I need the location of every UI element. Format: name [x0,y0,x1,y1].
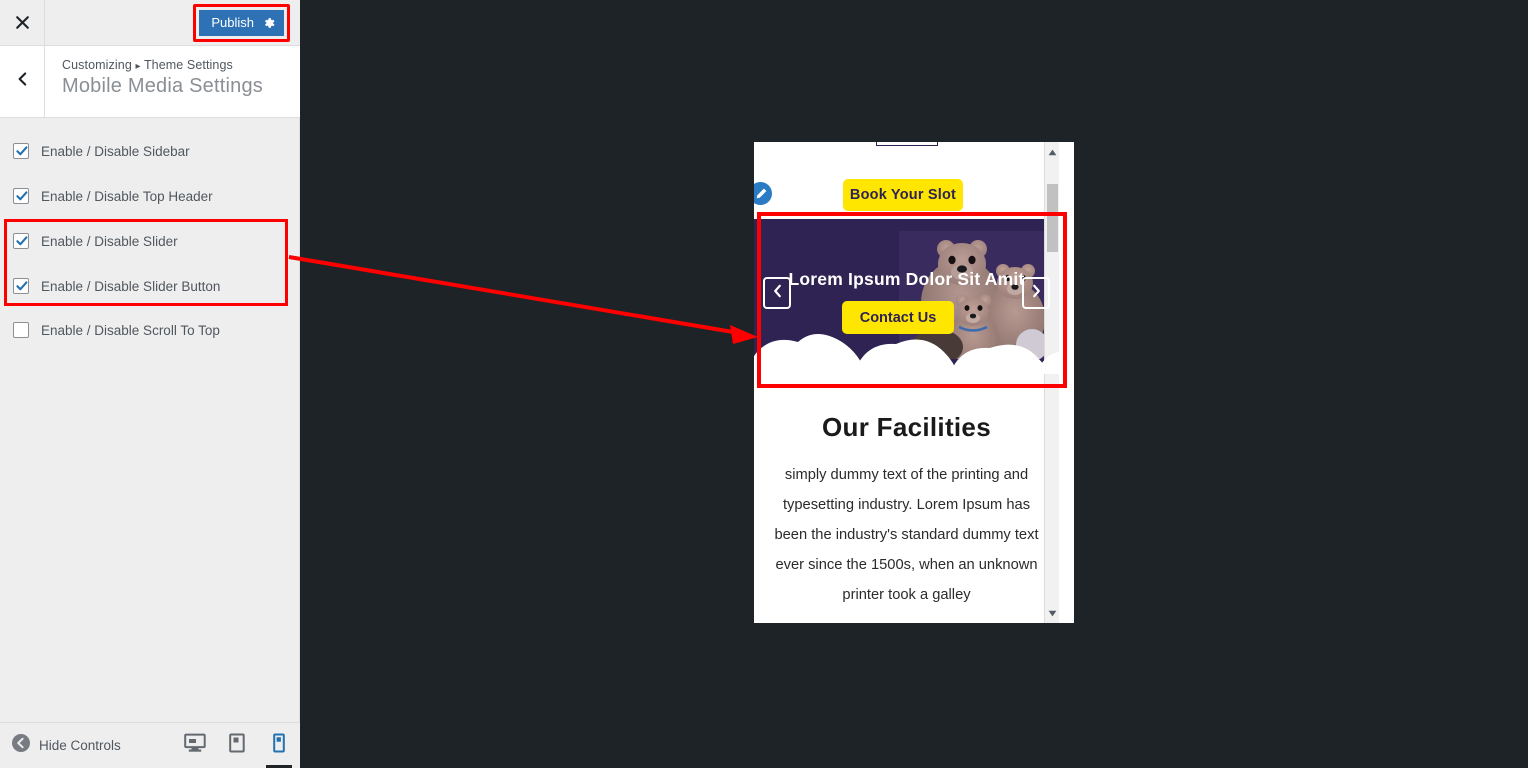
breadcrumb: Customizing ▸ Theme Settings [62,58,263,72]
setting-row-scroll-to-top[interactable]: Enable / Disable Scroll To Top [0,315,220,345]
slider-prev-button[interactable] [763,277,791,309]
mobile-preview-frame: Book Your Slot Lorem Ipsum Dolor Sit Ami… [754,142,1074,623]
check-icon [16,281,28,291]
customizer-panel-header: Customizing ▸ Theme Settings Mobile Medi… [0,46,300,118]
customizer-sidebar: Publish Customizing ▸ Theme Settings Mob… [0,0,300,768]
scroll-up-icon[interactable] [1045,144,1060,160]
device-preview-switcher [174,723,300,768]
cloud-decoration [754,334,1059,374]
checkbox-enable-disable-sidebar[interactable] [13,143,29,159]
site-preview: Book Your Slot Lorem Ipsum Dolor Sit Ami… [754,142,1059,623]
checkbox-enable-disable-slider[interactable] [13,233,29,249]
publish-button[interactable]: Publish [199,9,284,36]
hide-controls-label: Hide Controls [39,738,121,753]
chevron-left-icon [16,71,29,92]
slider-cta-button[interactable]: Contact Us [842,301,954,334]
slider-next-button[interactable] [1022,277,1050,309]
customizer-footer: Hide Controls [0,722,300,768]
book-your-slot-label: Book Your Slot [849,187,957,203]
setting-label-scroll-to-top: Enable / Disable Scroll To Top [41,322,220,338]
collapse-left-icon [12,734,30,757]
device-button-tablet[interactable] [216,723,258,768]
chevron-left-icon [772,284,783,303]
setting-row-slider-button[interactable]: Enable / Disable Slider Button [0,271,220,301]
facilities-body: simply dummy text of the printing and ty… [774,467,1039,603]
breadcrumb-section[interactable]: Theme Settings [144,58,233,72]
setting-label-sidebar: Enable / Disable Sidebar [41,143,190,159]
chevron-right-icon [1031,284,1042,303]
publish-highlight-box: Publish [193,3,290,42]
breadcrumb-root[interactable]: Customizing [62,58,132,72]
setting-label-slider-button: Enable / Disable Slider Button [41,278,221,294]
breadcrumb-separator-icon: ▸ [135,61,141,72]
check-icon [16,236,28,246]
preview-scrollbar-thumb[interactable] [1047,184,1058,252]
panel-titles: Customizing ▸ Theme Settings Mobile Medi… [45,46,273,117]
checkbox-enable-disable-slider-button[interactable] [13,278,29,294]
slider-title: Lorem Ipsum Dolor Sit Amit [788,269,1025,289]
checkbox-enable-disable-top-header[interactable] [13,188,29,204]
check-icon [16,191,28,201]
check-icon [16,146,28,156]
device-button-mobile[interactable] [258,723,300,768]
settings-list: Enable / Disable Sidebar Enable / Disabl… [0,119,300,722]
desktop-icon [184,733,206,758]
publish-button-label: Publish [211,14,254,30]
setting-row-sidebar[interactable]: Enable / Disable Sidebar [0,136,190,166]
pencil-edit-icon[interactable] [754,180,774,207]
setting-label-slider: Enable / Disable Slider [41,233,178,249]
device-button-desktop[interactable] [174,723,216,768]
close-icon [15,15,30,30]
setting-row-top-header[interactable]: Enable / Disable Top Header [0,181,213,211]
preview-area: Book Your Slot Lorem Ipsum Dolor Sit Ami… [300,0,1528,768]
tablet-icon [228,733,246,758]
facilities-heading: Our Facilities [822,412,991,442]
mobile-icon [272,733,286,758]
slider-cta-label: Contact Us [859,309,937,326]
page-title: Mobile Media Settings [62,75,263,97]
gear-icon[interactable] [254,10,284,36]
setting-label-top-header: Enable / Disable Top Header [41,188,213,204]
checkbox-enable-disable-scroll-to-top[interactable] [13,322,29,338]
customizer-screen: Publish Customizing ▸ Theme Settings Mob… [0,0,1528,768]
back-button[interactable] [0,46,45,117]
hero-slider: Lorem Ipsum Dolor Sit Amit Contact Us [754,219,1059,374]
scroll-down-icon[interactable] [1045,605,1060,621]
customizer-header: Publish [0,0,300,46]
setting-row-slider[interactable]: Enable / Disable Slider [0,226,178,256]
partial-top-element [876,142,938,146]
close-customizer-button[interactable] [0,0,45,45]
book-your-slot-button[interactable]: Book Your Slot [843,179,963,211]
preview-scrollbar[interactable] [1044,142,1059,623]
hide-controls-button[interactable]: Hide Controls [0,734,121,757]
